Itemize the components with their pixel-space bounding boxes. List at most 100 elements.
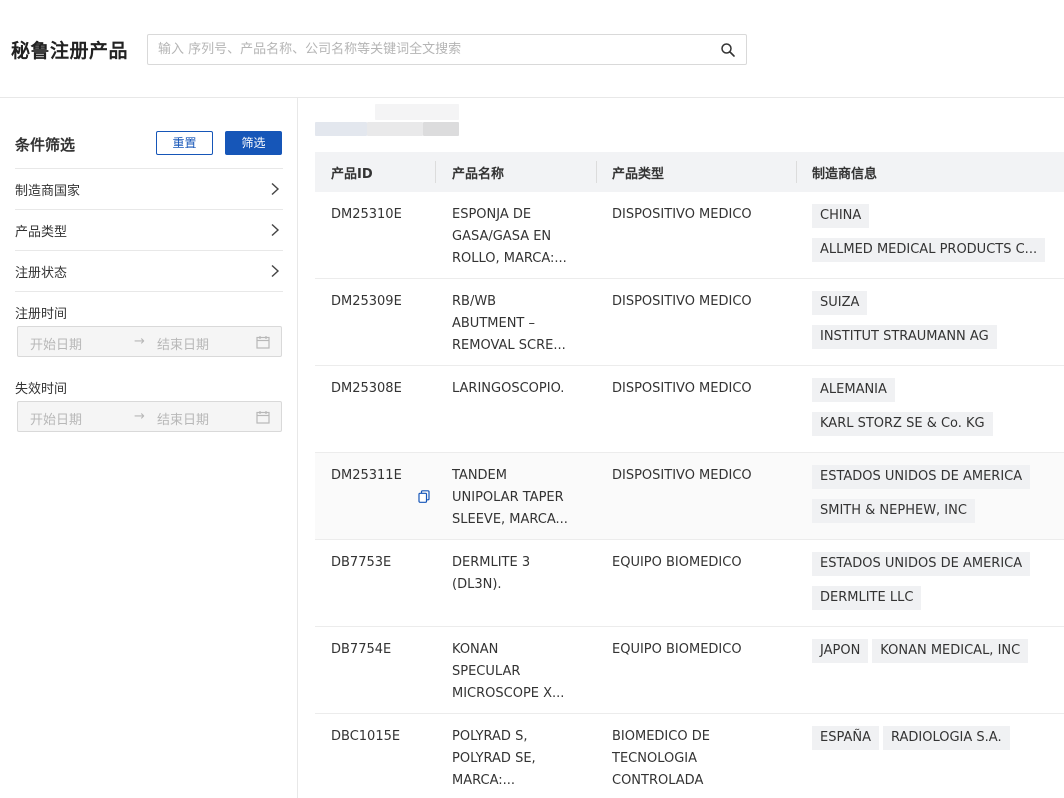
manufacturer-info: JAPON KONAN MEDICAL, INC xyxy=(812,639,1064,673)
filter-button[interactable]: 筛选 xyxy=(225,131,282,155)
expiry-date-range[interactable]: 开始日期 → 结束日期 xyxy=(17,401,282,432)
product-type-line: DISPOSITIVO MEDICO xyxy=(612,207,752,222)
arrow-right-icon: → xyxy=(134,334,145,349)
page-title: 秘鲁注册产品 xyxy=(11,40,129,62)
arrow-right-icon: → xyxy=(134,409,145,424)
product-id[interactable]: DB7754E xyxy=(331,639,391,661)
product-type: EQUIPO BIOMEDICO xyxy=(612,552,782,574)
table-row[interactable]: DB7753E DERMLITE 3 (DL3N). EQUIPO BIOMEDICO… xyxy=(315,540,1064,627)
product-type: EQUIPO BIOMEDICO xyxy=(612,639,782,661)
country-tag[interactable]: JAPON xyxy=(812,639,869,663)
column-header-type: 产品类型 xyxy=(612,167,665,182)
table-row[interactable]: DM25309E RB/WB ABUTMENT – REMOVAL SCRE... DI… xyxy=(315,279,1064,366)
product-type-line: EQUIPO BIOMEDICO xyxy=(612,555,742,570)
column-header-name: 产品名称 xyxy=(452,167,505,182)
expiry-date-label: 失效时间 xyxy=(15,382,68,397)
country-tag[interactable]: ESPAÑA xyxy=(812,726,879,750)
filter-item-product-type[interactable]: 产品类型 xyxy=(15,209,283,250)
product-name[interactable]: LARINGOSCOPIO. xyxy=(452,378,577,400)
product-name[interactable]: ESPONJA DE GASA/GASA EN ROLLO, MARCA:... xyxy=(452,204,577,270)
manufacturer-tag[interactable]: ALLMED MEDICAL PRODUCTS C... xyxy=(812,238,1046,262)
product-name-line: POLYRAD S, xyxy=(452,729,528,744)
start-date-field[interactable]: 开始日期 xyxy=(30,409,82,428)
manufacturer-info: SUIZA INSTITUT STRAUMANN AG xyxy=(812,291,1064,359)
product-type-line: BIOMEDICO DE xyxy=(612,729,710,744)
search-input[interactable] xyxy=(158,35,708,64)
start-date-field[interactable]: 开始日期 xyxy=(30,334,82,353)
filter-item-label: 注册状态 xyxy=(15,266,68,281)
product-type: DISPOSITIVO MEDICO xyxy=(612,204,782,226)
product-name-line: UNIPOLAR TAPER xyxy=(452,490,564,505)
product-name-line: DERMLITE 3 xyxy=(452,555,531,570)
product-name-line: SLEEVE, MARCA... xyxy=(452,512,568,527)
product-name-line: ABUTMENT – xyxy=(452,316,535,331)
column-divider xyxy=(596,161,597,183)
table-row[interactable]: DB7754E KONAN SPECULAR MICROSCOPE X... EQUIP… xyxy=(315,627,1064,714)
product-id[interactable]: DBC1015E xyxy=(331,726,400,748)
column-header-id: 产品ID xyxy=(331,167,373,182)
search-icon[interactable] xyxy=(720,42,736,58)
manufacturer-info: ESTADOS UNIDOS DE AMERICA SMITH & NEPHEW,… xyxy=(812,465,1064,533)
product-name-line: LARINGOSCOPIO. xyxy=(452,381,565,396)
table-row[interactable]: DM25308E LARINGOSCOPIO. DISPOSITIVO MEDICO… xyxy=(315,366,1064,453)
blurred-result-count xyxy=(315,104,460,140)
chevron-right-icon xyxy=(271,223,280,237)
filter-item-status[interactable]: 注册状态 xyxy=(15,250,283,291)
product-name-line: REMOVAL SCRE... xyxy=(452,338,566,353)
country-tag[interactable]: ALEMANIA xyxy=(812,378,895,402)
registration-date-range[interactable]: 开始日期 → 结束日期 xyxy=(17,326,282,357)
chevron-right-icon xyxy=(271,264,280,278)
product-name[interactable]: TANDEM UNIPOLAR TAPER SLEEVE, MARCA... xyxy=(452,465,577,531)
product-id[interactable]: DM25308E xyxy=(331,378,402,400)
reset-button[interactable]: 重置 xyxy=(156,131,213,155)
country-tag[interactable]: ESTADOS UNIDOS DE AMERICA xyxy=(812,465,1031,489)
product-type-line: DISPOSITIVO MEDICO xyxy=(612,381,752,396)
product-name-line: ROLLO, MARCA:... xyxy=(452,251,567,266)
product-type-line: DISPOSITIVO MEDICO xyxy=(612,468,752,483)
filter-title: 条件筛选 xyxy=(15,136,76,154)
product-name-line: RB/WB xyxy=(452,294,497,309)
filter-item-label: 产品类型 xyxy=(15,225,68,240)
calendar-icon xyxy=(256,336,270,349)
product-id[interactable]: DB7753E xyxy=(331,552,391,574)
product-type: DISPOSITIVO MEDICO xyxy=(612,465,782,487)
country-tag[interactable]: CHINA xyxy=(812,204,870,228)
country-tag[interactable]: ESTADOS UNIDOS DE AMERICA xyxy=(812,552,1031,576)
country-tag[interactable]: SUIZA xyxy=(812,291,868,315)
end-date-field[interactable]: 结束日期 xyxy=(157,409,209,428)
manufacturer-tag[interactable]: KONAN MEDICAL, INC xyxy=(872,639,1029,663)
product-id[interactable]: DM25311E xyxy=(331,465,402,487)
product-name-line: SPECULAR xyxy=(452,664,521,679)
product-type-line: EQUIPO BIOMEDICO xyxy=(612,642,742,657)
product-name-line: GASA/GASA EN xyxy=(452,229,552,244)
product-name[interactable]: DERMLITE 3 (DL3N). xyxy=(452,552,577,596)
manufacturer-info: ESPAÑA RADIOLOGIA S.A. xyxy=(812,726,1064,760)
product-type-line: DISPOSITIVO MEDICO xyxy=(612,294,752,309)
filter-item-country[interactable]: 制造商国家 xyxy=(15,168,283,209)
product-name-line: TANDEM xyxy=(452,468,507,483)
search-box[interactable] xyxy=(147,34,747,65)
table-row[interactable]: DM25311E TANDEM UNIPOLAR TAPER SLEEVE, MARC… xyxy=(315,453,1064,540)
product-id[interactable]: DM25309E xyxy=(331,291,402,313)
manufacturer-tag[interactable]: DERMLITE LLC xyxy=(812,586,922,610)
manufacturer-info: ALEMANIA KARL STORZ SE & Co. KG xyxy=(812,378,1064,446)
table-row[interactable]: DM25310E ESPONJA DE GASA/GASA EN ROLLO, MAR… xyxy=(315,192,1064,279)
end-date-field[interactable]: 结束日期 xyxy=(157,334,209,353)
product-name-line: MARCA:... xyxy=(452,773,516,788)
manufacturer-tag[interactable]: SMITH & NEPHEW, INC xyxy=(812,499,975,523)
product-name[interactable]: RB/WB ABUTMENT – REMOVAL SCRE... xyxy=(452,291,577,357)
column-divider xyxy=(435,161,436,183)
manufacturer-tag[interactable]: RADIOLOGIA S.A. xyxy=(882,726,1010,750)
filter-sidebar: 条件筛选 重置 筛选 制造商国家 产品类型 注册状态 注册时间 开始日期 → 结… xyxy=(0,98,298,798)
copy-icon[interactable] xyxy=(418,490,430,503)
product-name[interactable]: POLYRAD S, POLYRAD SE, MARCA:... xyxy=(452,726,577,792)
product-id[interactable]: DM25310E xyxy=(331,204,402,226)
table-header: 产品ID 产品名称 产品类型 制造商信息 xyxy=(315,152,1064,192)
manufacturer-info: CHINA ALLMED MEDICAL PRODUCTS C... xyxy=(812,204,1064,272)
product-name[interactable]: KONAN SPECULAR MICROSCOPE X... xyxy=(452,639,577,705)
product-name-line: POLYRAD SE, xyxy=(452,751,536,766)
table-row[interactable]: DBC1015E POLYRAD S, POLYRAD SE, MARCA:... BI… xyxy=(315,714,1064,798)
manufacturer-tag[interactable]: KARL STORZ SE & Co. KG xyxy=(812,412,993,436)
manufacturer-tag[interactable]: INSTITUT STRAUMANN AG xyxy=(812,325,997,349)
product-type: BIOMEDICO DE TECNOLOGIA CONTROLADA xyxy=(612,726,782,792)
